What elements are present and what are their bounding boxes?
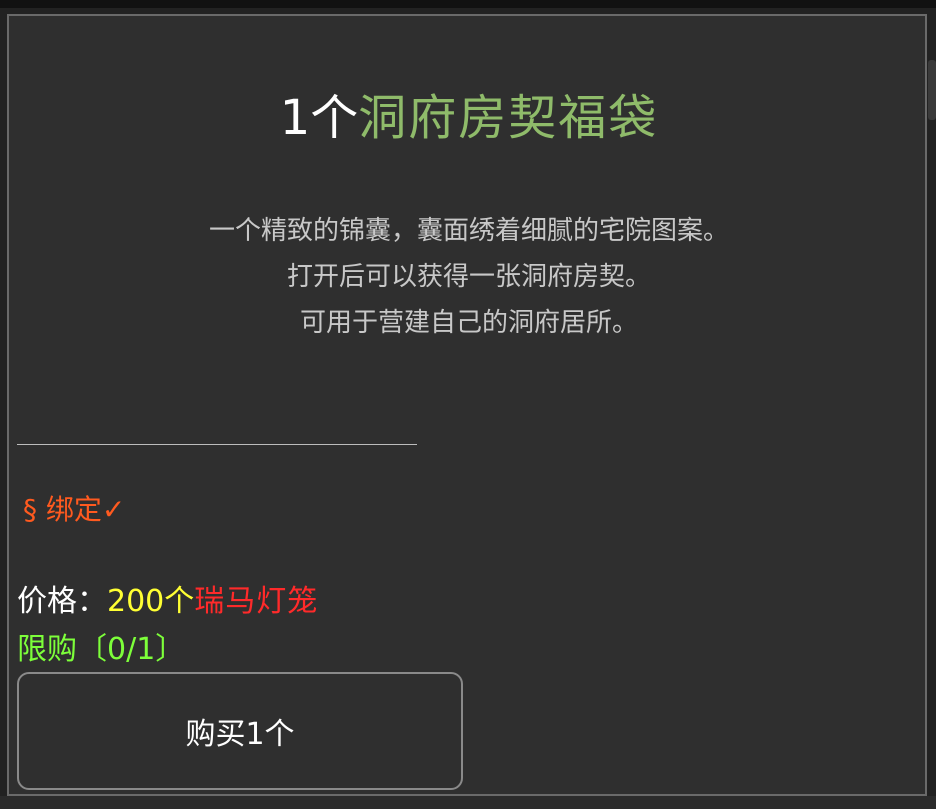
- item-purchase-dialog: 1个洞府房契福袋 一个精致的锦囊，囊面绣着细腻的宅院图案。 打开后可以获得一张洞…: [7, 14, 927, 796]
- item-title-quantity: 1个: [279, 90, 359, 146]
- description-line: 打开后可以获得一张洞府房契。: [286, 262, 651, 292]
- item-title-name: 洞府房契福袋: [358, 90, 659, 146]
- top-bar: [0, 0, 936, 8]
- purchase-limit: 限购〔0/1〕: [17, 632, 186, 667]
- item-title: 1个洞府房契福袋: [9, 88, 929, 148]
- buy-button-label: 购买1个: [185, 717, 295, 752]
- price-label: 价格：: [17, 584, 107, 619]
- price-amount: 200个: [107, 584, 195, 619]
- background-side-element: [928, 60, 936, 120]
- description-line: 可用于营建自己的洞府居所。: [299, 308, 638, 338]
- description-line: 一个精致的锦囊，囊面绣着细腻的宅院图案。: [208, 216, 729, 246]
- buy-button[interactable]: 购买1个: [17, 672, 463, 790]
- bind-status: § 绑定✓: [23, 493, 126, 526]
- price-line: 价格：200个瑞马灯笼: [17, 582, 318, 622]
- item-description: 一个精致的锦囊，囊面绣着细腻的宅院图案。 打开后可以获得一张洞府房契。 可用于营…: [9, 208, 929, 346]
- divider: [17, 444, 417, 445]
- background-bottom-strip: [0, 796, 936, 809]
- price-currency: 瑞马灯笼: [194, 584, 319, 619]
